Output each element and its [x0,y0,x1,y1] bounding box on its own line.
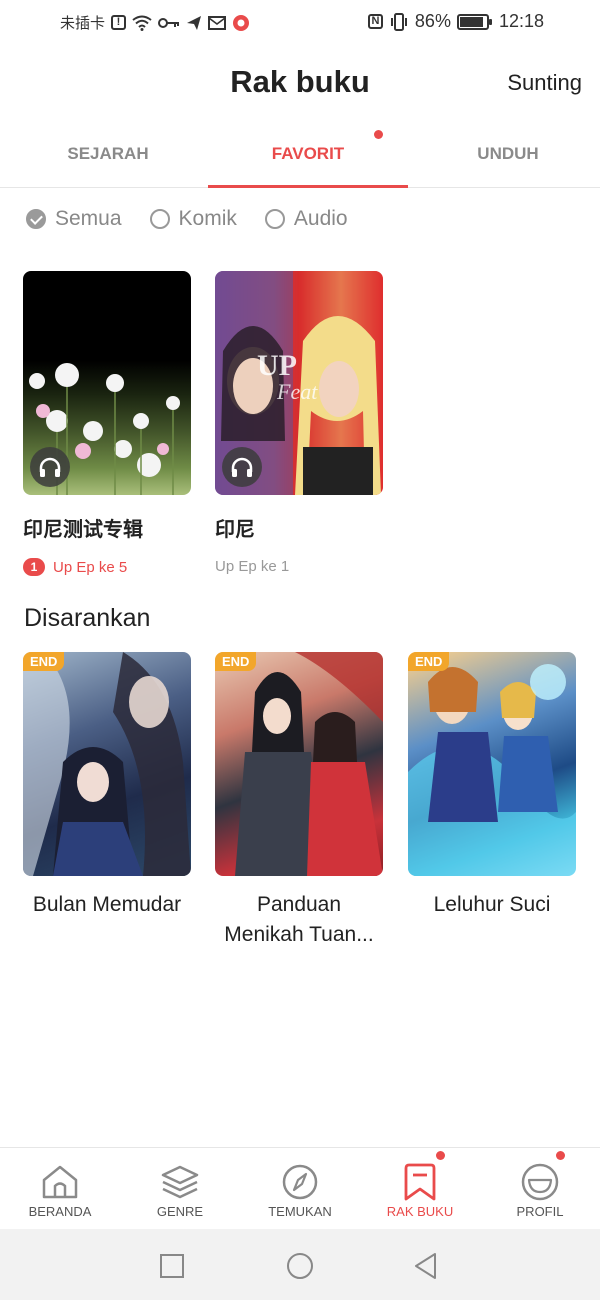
system-nav-bar [0,1229,600,1300]
nav-beranda[interactable]: BERANDA [0,1148,120,1230]
favorite-title: 印尼测试专辑 [23,519,143,541]
nav-label: GENRE [156,1204,204,1219]
compass-icon [282,1164,318,1200]
nav-temukan[interactable]: TEMUKAN [240,1148,360,1230]
suggested-title: Panduan Menikah Tuan... [224,893,374,946]
audio-badge [222,447,262,487]
nav-notification-dot [556,1151,565,1160]
favorite-cover-image [23,271,191,495]
nav-rak-buku[interactable]: RAK BUKU [360,1148,480,1230]
tab-label: UNDUH [477,144,539,163]
recent-apps-icon[interactable] [157,1251,187,1281]
svg-text:UP: UP [257,349,297,382]
suggested-cover-image: END [215,652,383,876]
suggested-title: Leluhur Suci [433,893,551,916]
favorite-update-text: Up Ep ke 5 [53,558,128,576]
favorite-update: 1 Up Ep ke 5 [23,558,191,576]
tab-sejarah[interactable]: SEJARAH [8,124,208,188]
favorite-card[interactable]: UP Feat 印尼 Up Ep ke 1 [215,271,383,575]
carrier-text: 未插卡 [60,15,106,32]
filter-audio[interactable]: Audio [264,207,348,231]
radio-empty-icon [149,209,170,229]
suggested-title: Bulan Memudar [32,893,182,916]
suggested-cover-image: END [408,652,576,876]
clock: 12:18 [498,11,544,31]
favorite-cover-image: UP Feat [215,271,383,495]
tab-bar: SEJARAH FAVORIT UNDUH [0,124,600,188]
update-count-badge: 1 [23,558,45,576]
mail-icon [208,15,227,30]
tab-label: FAVORIT [271,144,345,163]
audio-badge [30,447,70,487]
radio-checked-icon [26,209,46,229]
headphones-icon [231,457,253,477]
vibrate-icon [390,12,407,31]
anime-illustration [23,652,191,876]
suggested-card[interactable]: END Bulan Memudar [23,652,191,920]
status-right: N 86% 12:18 [367,11,544,32]
filter-label: Komik [178,207,237,230]
radio-empty-icon [264,209,285,229]
filter-label: Audio [293,207,348,230]
nav-label: PROFIL [516,1204,564,1219]
end-tag: END [408,652,450,671]
headphones-icon [39,457,61,477]
favorite-update-text: Up Ep ke 1 [215,558,290,575]
tab-unduh[interactable]: UNDUH [408,124,600,188]
anime-illustration [408,664,576,876]
tab-notification-dot [374,130,383,139]
nfc-icon: N [367,14,383,29]
filter-label: Semua [55,207,122,230]
svg-text:Feat: Feat [276,379,318,404]
status-bar: 未插卡 ! N 86% 12:18 [0,0,600,46]
favorite-card[interactable]: 印尼测试专辑 1 Up Ep ke 5 [23,271,191,576]
bookmark-icon [404,1163,436,1201]
battery-icon [456,13,492,30]
sim-alert-icon: ! [111,15,127,30]
type-filter: Semua Komik Audio [26,207,348,231]
nav-genre[interactable]: GENRE [120,1148,240,1230]
end-tag: END [23,652,65,671]
tab-label: SEJARAH [67,144,149,163]
wifi-icon [132,15,152,31]
filter-semua[interactable]: Semua [26,207,122,231]
send-icon [187,15,202,30]
layers-icon [161,1165,199,1199]
section-title: Disarankan [24,604,151,632]
suggested-cover-image: END [23,652,191,876]
anime-illustration [235,652,383,876]
favorite-title: 印尼 [215,519,255,541]
bottom-nav: BERANDA GENRE TEMUKAN RAK BUKU PROFIL [0,1147,600,1229]
nav-profil[interactable]: PROFIL [480,1148,600,1230]
home-button-icon[interactable] [285,1251,315,1281]
nav-label: BERANDA [28,1204,92,1219]
key-icon [158,17,180,28]
home-icon [42,1165,78,1199]
app-notification-icon [233,14,250,31]
end-tag: END [215,652,257,671]
active-tab-indicator [208,185,408,188]
favorite-update: Up Ep ke 1 [215,558,383,575]
status-left: 未插卡 ! [60,12,250,33]
nav-label: TEMUKAN [268,1204,332,1219]
edit-button[interactable]: Sunting [507,70,582,96]
suggested-card[interactable]: END Panduan Menikah Tuan... [215,652,383,950]
filter-komik[interactable]: Komik [149,207,237,231]
battery-percent: 86% [414,11,451,31]
back-icon[interactable] [411,1251,441,1281]
nav-notification-dot [436,1151,445,1160]
suggested-card[interactable]: END Leluhur Suci [408,652,576,920]
nav-label: RAK BUKU [386,1204,454,1219]
profile-icon [521,1163,559,1201]
